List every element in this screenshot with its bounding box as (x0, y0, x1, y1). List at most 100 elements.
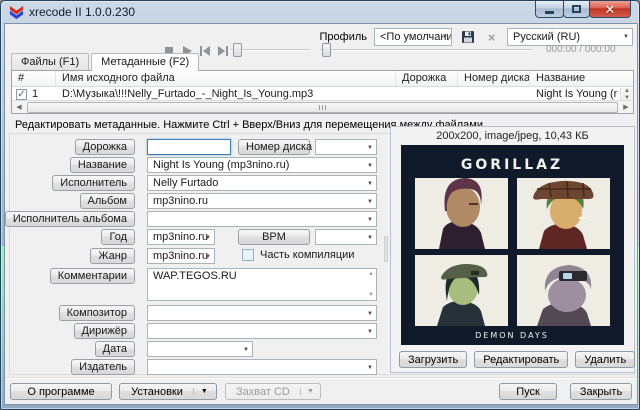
scroll-up-icon[interactable]: ▲ (368, 271, 374, 277)
about-button[interactable]: О программе (10, 383, 112, 400)
artwork-load-button[interactable]: Загрузить (399, 351, 467, 368)
settings-button[interactable]: Установки ▼ (119, 383, 217, 400)
column-header-title[interactable]: Название (530, 71, 633, 86)
start-button[interactable]: Пуск (499, 383, 557, 400)
chevron-down-icon: ▼ (367, 311, 373, 317)
seek-slider-track (320, 49, 532, 51)
chevron-down-icon[interactable]: ▼ (193, 388, 215, 395)
time-display: 000:00 / 000:00 (546, 44, 616, 55)
scroll-down-icon[interactable]: ▼ (368, 292, 374, 298)
column-header-disc[interactable]: Номер диска (458, 71, 530, 86)
chevron-down-icon: ▼ (623, 34, 629, 40)
volume-slider[interactable] (230, 43, 310, 57)
disc-number-select[interactable]: ▼ (315, 139, 377, 155)
language-value: Русский (RU) (513, 31, 580, 43)
title-bar[interactable]: xrecode II 1.0.0.230 ✕ (1, 1, 639, 23)
table-horizontal-scrollbar[interactable]: ◀ ▶ (12, 100, 633, 113)
track-label-button[interactable]: Дорожка (75, 139, 135, 155)
close-window-button[interactable]: Закрыть (570, 383, 632, 400)
comments-textarea[interactable]: WAP.TEGOS.RU ▲ ▼ (147, 268, 377, 301)
album-value: mp3nino.ru (153, 195, 208, 207)
column-header-source-file[interactable]: Имя исходного файла (56, 71, 396, 86)
seek-slider-handle[interactable] (322, 43, 331, 57)
chevron-down-icon: ▼ (367, 329, 373, 335)
title-select[interactable]: Night Is Young (mp3nino.ru) ▼ (147, 157, 377, 173)
chevron-down-icon: ▼ (205, 235, 211, 241)
publisher-select[interactable]: ▼ (147, 359, 377, 375)
chevron-down-icon: ▼ (243, 347, 249, 353)
genre-select[interactable]: mp3nino.ru▼ (147, 248, 215, 264)
artwork-info: 200x200, image/jpeg, 10,43 КБ (391, 130, 634, 142)
conductor-label-button[interactable]: Дирижёр (74, 323, 135, 339)
compilation-checkbox-row[interactable]: Часть компиляции (242, 249, 354, 261)
client-area: Профиль <По умолчанию> ▼ × Русский (RU) … (4, 23, 638, 405)
date-label-button[interactable]: Дата (95, 341, 135, 357)
bpm-label-button[interactable]: BPM (238, 229, 310, 245)
row-num: 1 (29, 88, 44, 100)
year-select[interactable]: mp3nino.ru▼ (147, 229, 215, 245)
artwork-buttons: Загрузить Редактировать Удалить (399, 351, 626, 368)
chevron-down-icon: ▼ (442, 34, 448, 40)
track-input[interactable] (147, 139, 231, 155)
tab-strip: Файлы (F1) Метаданные (F2) (11, 53, 201, 71)
panel-splitter[interactable] (384, 236, 388, 262)
minimize-button[interactable] (535, 1, 564, 18)
title-value: Night Is Young (mp3nino.ru) (153, 159, 289, 171)
previous-icon (200, 46, 210, 56)
row-source-path: D:\Музыка\!!!Nelly_Furtado_-_Night_Is_Yo… (56, 88, 396, 100)
tab-files[interactable]: Файлы (F1) (11, 53, 89, 70)
seek-slider[interactable] (320, 43, 532, 57)
comments-label-button[interactable]: Комментарии (50, 268, 135, 284)
artwork-panel: 200x200, image/jpeg, 10,43 КБ GORILLAZ (390, 126, 635, 373)
scrollbar-thumb[interactable] (27, 102, 618, 113)
artwork-edit-button[interactable]: Редактировать (474, 351, 568, 368)
compilation-checkbox[interactable] (242, 249, 254, 261)
conductor-select[interactable]: ▼ (147, 323, 377, 339)
scroll-up-icon[interactable]: ▲ (620, 88, 633, 95)
chevron-down-icon: ▼ (367, 145, 373, 151)
table-row[interactable]: ✓ 1 D:\Музыка\!!!Nelly_Furtado_-_Night_I… (12, 87, 633, 101)
tab-metadata[interactable]: Метаданные (F2) (91, 53, 199, 71)
disc-number-label-button[interactable]: Номер диска (238, 139, 310, 155)
volume-slider-handle[interactable] (233, 43, 242, 57)
profile-label: Профиль (320, 31, 368, 43)
next-track-button[interactable] (217, 46, 229, 57)
date-select[interactable]: ▼ (147, 341, 253, 357)
comments-value: WAP.TEGOS.RU (153, 270, 237, 282)
chevron-down-icon: ▼ (367, 217, 373, 223)
composer-select[interactable]: ▼ (147, 305, 377, 321)
artwork-delete-button[interactable]: Удалить (575, 351, 635, 368)
year-value: mp3nino.ru (153, 231, 208, 243)
album-artist-select[interactable]: ▼ (147, 211, 377, 227)
scroll-left-icon[interactable]: ◀ (12, 103, 26, 111)
album-artist-label-button[interactable]: Исполнитель альбома (5, 211, 135, 227)
cd-rip-label: Захват CD (226, 386, 300, 398)
column-header-track[interactable]: Дорожка (396, 71, 458, 86)
table-header: # Имя исходного файла Дорожка Номер диск… (12, 71, 633, 87)
artist-select[interactable]: Nelly Furtado▼ (147, 175, 377, 191)
chevron-down-icon: ▼ (367, 163, 373, 169)
chevron-down-icon: ▼ (367, 235, 373, 241)
composer-label-button[interactable]: Композитор (59, 305, 135, 321)
floppy-icon (461, 30, 475, 44)
close-button[interactable]: ✕ (589, 1, 631, 18)
album-art-image: GORILLAZ (401, 145, 624, 345)
column-header-num[interactable]: # (12, 71, 56, 86)
bpm-select[interactable]: ▼ (315, 229, 377, 245)
artist-label-button[interactable]: Исполнитель (52, 175, 135, 191)
album-label-button[interactable]: Альбом (80, 193, 135, 209)
maximize-button[interactable] (563, 1, 590, 18)
publisher-label-button[interactable]: Издатель (71, 359, 135, 375)
genre-label-button[interactable]: Жанр (90, 248, 135, 264)
title-label-button[interactable]: Название (70, 157, 135, 173)
row-checkbox[interactable]: ✓ (16, 89, 27, 100)
year-label-button[interactable]: Год (101, 229, 135, 245)
close-icon: ✕ (605, 3, 616, 16)
album-select[interactable]: mp3nino.ru▼ (147, 193, 377, 209)
tab-files-label: Файлы (F1) (21, 56, 79, 68)
scroll-right-icon[interactable]: ▶ (619, 103, 633, 111)
chevron-down-icon: ▼ (300, 388, 320, 395)
volume-slider-track (230, 49, 310, 51)
minimize-icon (545, 11, 554, 14)
next-icon (218, 46, 228, 56)
